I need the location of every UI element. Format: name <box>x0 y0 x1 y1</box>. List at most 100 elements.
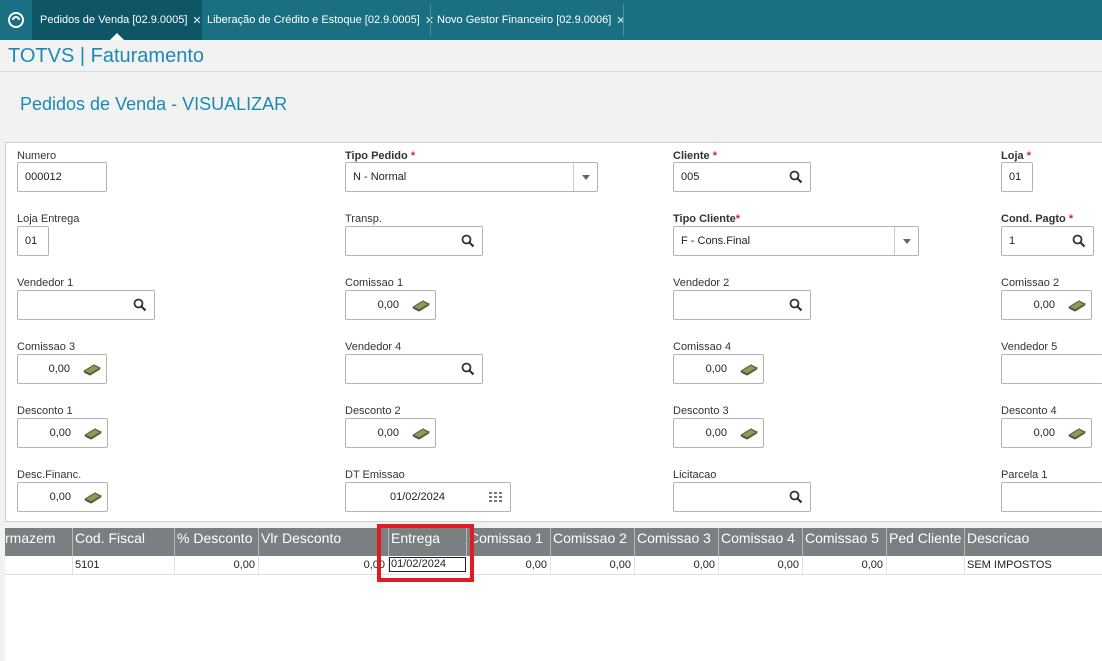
page-title: Pedidos de Venda - VISUALIZAR <box>20 94 288 114</box>
vendedor4-label: Vendedor 4 <box>345 341 402 353</box>
desconto4-label: Desconto 4 <box>1001 405 1057 417</box>
parcela1-field[interactable] <box>1001 482 1102 512</box>
desc-financ-field[interactable]: 0,00 <box>17 482 108 512</box>
vendedor4-field[interactable] <box>345 354 483 384</box>
tab-pedidos-de-venda[interactable]: Pedidos de Venda [02.9.0005] ✕ <box>32 0 202 40</box>
loja-value: 01 <box>1009 171 1022 183</box>
chevron-down-icon[interactable] <box>894 227 918 255</box>
cliente-field[interactable]: 005 <box>673 162 811 192</box>
cond-pagto-label: Cond. Pagto * <box>1001 213 1074 225</box>
table-row[interactable]: 5101 0,00 0,00 0,00 0,00 0,00 0,00 0,00 … <box>5 556 1102 575</box>
table-cell: SEM IMPOSTOS <box>967 559 1052 571</box>
tab-label: Novo Gestor Financeiro [02.9.0006] <box>437 14 612 26</box>
cond-pagto-field[interactable]: 1 <box>1001 226 1094 256</box>
search-icon[interactable] <box>454 227 482 255</box>
dt-emissao-field[interactable]: 01/02/2024 <box>345 482 511 512</box>
tipo-cliente-select[interactable]: F - Cons.Final <box>673 226 919 256</box>
comissao2-label: Comissao 2 <box>1001 277 1060 289</box>
comissao3-field[interactable]: 0,00 <box>17 354 107 384</box>
tab-label: Pedidos de Venda [02.9.0005] <box>40 14 188 26</box>
home-icon[interactable] <box>0 0 32 40</box>
tab-separator <box>623 4 624 36</box>
search-icon[interactable] <box>1065 227 1093 255</box>
loja-field[interactable]: 01 <box>1001 162 1033 192</box>
search-icon[interactable] <box>782 483 810 511</box>
cliente-label: Cliente * <box>673 150 718 162</box>
column-header[interactable]: Cod. Fiscal <box>73 528 175 556</box>
transp-field[interactable] <box>345 226 483 256</box>
chevron-down-icon[interactable] <box>573 163 597 191</box>
parcela1-label: Parcela 1 <box>1001 469 1048 481</box>
vendedor2-field[interactable] <box>673 290 811 320</box>
vendedor1-field[interactable] <box>17 290 155 320</box>
search-icon[interactable] <box>782 163 810 191</box>
money-icon[interactable] <box>78 355 106 383</box>
desconto3-field[interactable]: 0,00 <box>673 418 764 448</box>
money-icon[interactable] <box>735 419 763 447</box>
comissao1-value: 0,00 <box>377 299 399 311</box>
search-icon[interactable] <box>454 355 482 383</box>
loja-label: Loja * <box>1001 150 1031 162</box>
comissao1-label: Comissao 1 <box>345 277 404 289</box>
comissao2-field[interactable]: 0,00 <box>1001 290 1092 320</box>
comissao4-field[interactable]: 0,00 <box>673 354 764 384</box>
app-title: TOTVS | Faturamento <box>8 45 205 67</box>
money-icon[interactable] <box>1063 291 1091 319</box>
vendedor5-field[interactable] <box>1001 354 1102 384</box>
comissao1-field[interactable]: 0,00 <box>345 290 436 320</box>
column-header[interactable]: Comissao 5 <box>803 528 887 556</box>
tab-novo-gestor-financeiro[interactable]: Novo Gestor Financeiro [02.9.0006] ✕ <box>429 0 625 40</box>
money-icon[interactable] <box>735 355 763 383</box>
column-header[interactable]: Descricao <box>965 528 1102 556</box>
loja-entrega-field[interactable]: 01 <box>17 226 49 256</box>
table-cell: 0,00 <box>719 556 803 574</box>
desconto3-label: Desconto 3 <box>673 405 729 417</box>
comissao4-label: Comissao 4 <box>673 341 732 353</box>
desconto1-label: Desconto 1 <box>17 405 73 417</box>
desconto4-value: 0,00 <box>1033 427 1055 439</box>
money-icon[interactable] <box>1063 419 1091 447</box>
vendedor2-label: Vendedor 2 <box>673 277 730 289</box>
vendedor1-label: Vendedor 1 <box>17 277 74 289</box>
money-icon[interactable] <box>79 483 107 511</box>
table-cell <box>5 556 73 574</box>
column-header[interactable]: Comissao 1 <box>467 528 551 556</box>
transp-label: Transp. <box>345 213 382 225</box>
search-icon[interactable] <box>126 291 154 319</box>
tab-liberacao-credito[interactable]: Liberação de Crédito e Estoque [02.9.000… <box>199 0 434 40</box>
tipo-cliente-value: F - Cons.Final <box>681 235 751 247</box>
money-icon[interactable] <box>407 291 435 319</box>
desconto4-field[interactable]: 0,00 <box>1001 418 1092 448</box>
column-header[interactable]: rmazem <box>5 528 73 556</box>
money-icon[interactable] <box>407 419 435 447</box>
tipo-cliente-label: Tipo Cliente* <box>673 213 741 225</box>
column-header[interactable]: Comissao 2 <box>551 528 635 556</box>
desconto1-field[interactable]: 0,00 <box>17 418 108 448</box>
loja-entrega-label: Loja Entrega <box>17 213 80 225</box>
tipo-pedido-label: Tipo Pedido * <box>345 150 416 162</box>
desconto2-field[interactable]: 0,00 <box>345 418 436 448</box>
column-header[interactable]: % Desconto <box>175 528 259 556</box>
comissao3-label: Comissao 3 <box>17 341 76 353</box>
desconto1-value: 0,00 <box>49 427 71 439</box>
column-header[interactable]: Vlr Desconto <box>259 528 389 556</box>
table-cell: 0,00 <box>803 556 887 574</box>
table-cell: 0,00 <box>635 556 719 574</box>
tipo-pedido-value: N - Normal <box>353 171 407 183</box>
vendedor5-label: Vendedor 5 <box>1001 341 1058 353</box>
table-cell: 0,00 <box>551 556 635 574</box>
column-header[interactable]: Comissao 4 <box>719 528 803 556</box>
close-icon[interactable]: ✕ <box>616 14 625 27</box>
numero-value: 000012 <box>25 171 62 183</box>
loja-entrega-value: 01 <box>25 235 38 247</box>
table-cell <box>887 556 965 574</box>
column-header[interactable]: Ped Cliente <box>887 528 965 556</box>
desc-financ-value: 0,00 <box>49 491 71 503</box>
money-icon[interactable] <box>79 419 107 447</box>
licitacao-field[interactable] <box>673 482 811 512</box>
numero-field[interactable]: 000012 <box>17 162 107 192</box>
tipo-pedido-select[interactable]: N - Normal <box>345 162 598 192</box>
column-header[interactable]: Comissao 3 <box>635 528 719 556</box>
calendar-icon[interactable] <box>482 483 510 511</box>
search-icon[interactable] <box>782 291 810 319</box>
